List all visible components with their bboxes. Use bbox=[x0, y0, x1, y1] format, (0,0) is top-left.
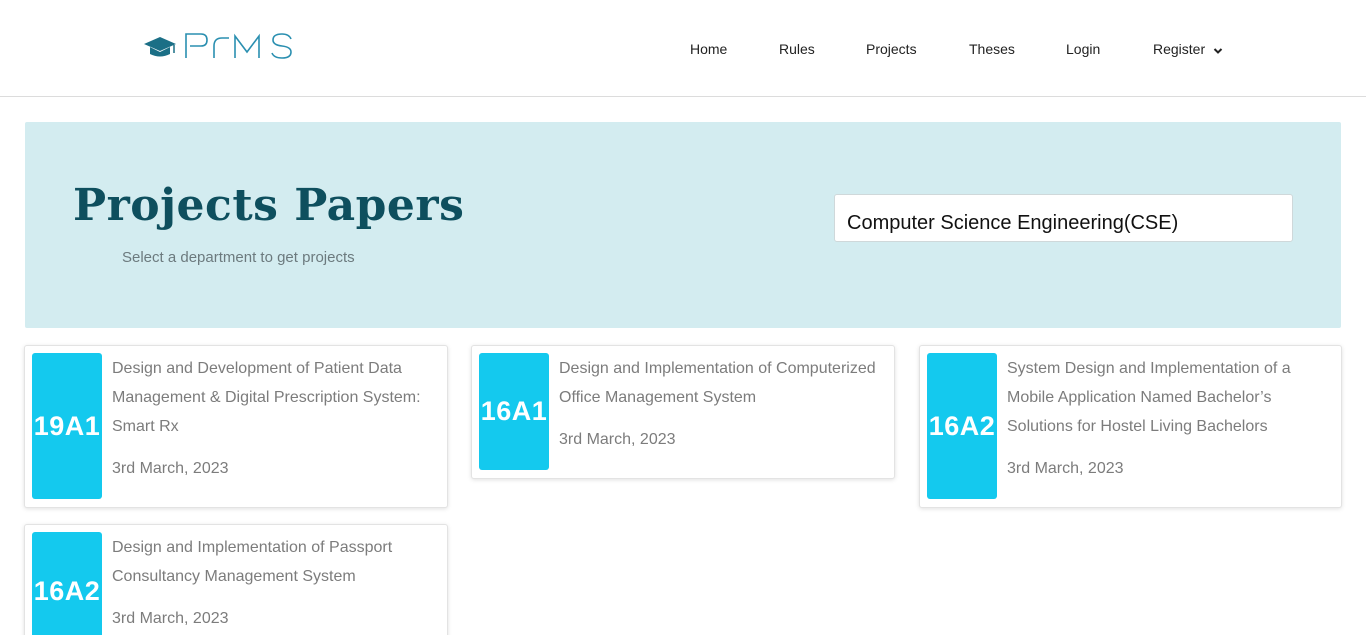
project-date: 3rd March, 2023 bbox=[112, 460, 229, 477]
main-nav: Home Rules Projects Theses Login Registe… bbox=[0, 41, 1366, 59]
project-code-badge: 16A1 bbox=[479, 353, 549, 470]
nav-projects[interactable]: Projects bbox=[866, 41, 917, 57]
nav-register[interactable]: Register bbox=[1153, 41, 1223, 58]
nav-home[interactable]: Home bbox=[690, 41, 727, 57]
nav-theses[interactable]: Theses bbox=[969, 41, 1015, 57]
project-date: 3rd March, 2023 bbox=[1007, 460, 1124, 477]
page-title: Projects Papers bbox=[73, 180, 465, 231]
page-subtitle: Select a department to get projects bbox=[122, 249, 355, 266]
project-title: System Design and Implementation of a Mo… bbox=[1007, 360, 1291, 435]
project-date: 3rd March, 2023 bbox=[112, 610, 229, 627]
project-code-badge: 16A2 bbox=[32, 532, 102, 635]
project-title: Design and Development of Patient Data M… bbox=[112, 360, 421, 435]
nav-rules[interactable]: Rules bbox=[779, 41, 815, 57]
nav-register-label: Register bbox=[1153, 41, 1206, 57]
hero-banner: Projects Papers Select a department to g… bbox=[25, 122, 1341, 328]
project-card[interactable]: 16A2 System Design and Implementation of… bbox=[919, 345, 1342, 508]
project-date: 3rd March, 2023 bbox=[559, 431, 676, 448]
project-card[interactable]: 19A1 Design and Development of Patient D… bbox=[24, 345, 448, 508]
project-card[interactable]: 16A2 Design and Implementation of Passpo… bbox=[24, 524, 448, 635]
department-select[interactable]: Computer Science Engineering(CSE) bbox=[834, 194, 1293, 242]
project-title: Design and Implementation of Passport Co… bbox=[112, 539, 393, 585]
chevron-down-icon bbox=[1213, 42, 1223, 58]
project-code-badge: 16A2 bbox=[927, 353, 997, 499]
project-code-badge: 19A1 bbox=[32, 353, 102, 499]
project-title: Design and Implementation of Computerize… bbox=[559, 360, 876, 406]
project-card[interactable]: 16A1 Design and Implementation of Comput… bbox=[471, 345, 895, 479]
nav-login[interactable]: Login bbox=[1066, 41, 1100, 57]
site-header: Home Rules Projects Theses Login Registe… bbox=[0, 0, 1366, 97]
